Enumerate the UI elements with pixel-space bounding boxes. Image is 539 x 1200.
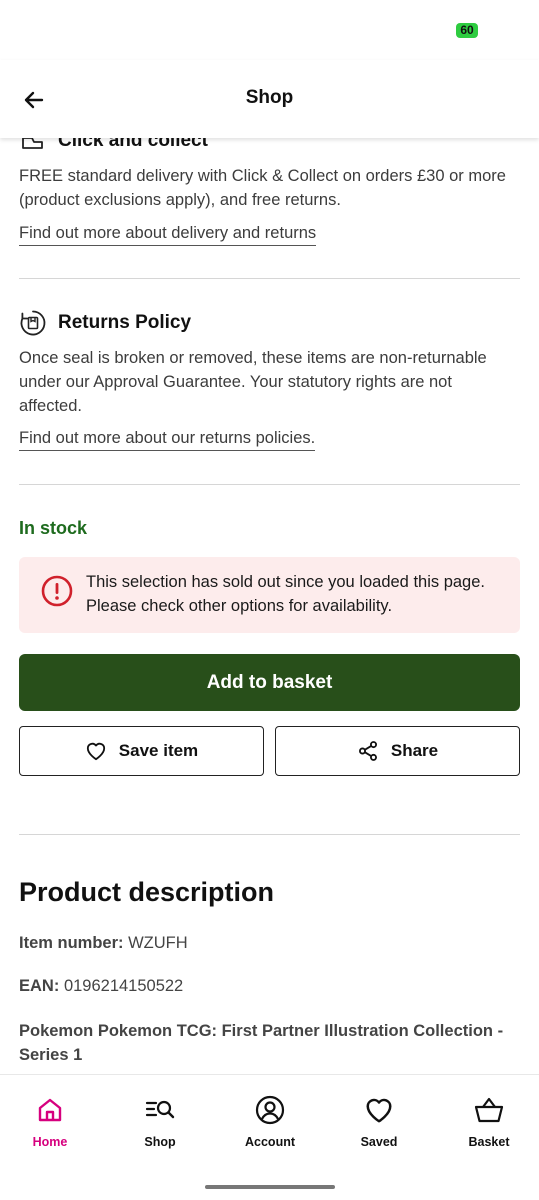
nav-home[interactable]: Home xyxy=(0,1093,100,1149)
nav-saved[interactable]: Saved xyxy=(329,1093,429,1149)
divider xyxy=(19,484,520,485)
click-collect-icon xyxy=(19,138,49,154)
nav-account[interactable]: Account xyxy=(220,1093,320,1149)
share-icon xyxy=(358,741,377,761)
returns-policy-title: Returns Policy xyxy=(58,312,192,333)
returns-policies-link[interactable]: Find out more about our returns policies… xyxy=(19,429,316,451)
home-indicator[interactable] xyxy=(205,1185,335,1189)
save-item-label: Save item xyxy=(118,741,199,760)
ean-row: EAN: 0196214150522 xyxy=(19,977,183,996)
sold-out-alert-text: This selection has sold out since you lo… xyxy=(86,573,485,615)
account-icon xyxy=(255,1095,285,1125)
app-header: Shop xyxy=(0,60,539,138)
item-number-value: WZUFH xyxy=(128,934,188,952)
product-details-scroll[interactable]: Click and collect FREE standard delivery… xyxy=(0,138,539,1074)
page-title: Shop xyxy=(245,87,294,108)
product-description-title: Product description xyxy=(19,877,275,907)
item-number-row: Item number: WZUFH xyxy=(19,934,188,953)
heart-icon xyxy=(366,1098,392,1123)
add-to-basket-button[interactable]: Add to basket xyxy=(19,654,520,711)
nav-shop[interactable]: Shop xyxy=(110,1093,210,1149)
save-item-button[interactable]: Save item xyxy=(19,726,264,776)
share-label: Share xyxy=(390,741,439,760)
delivery-info-text: FREE standard delivery with Click & Coll… xyxy=(19,167,506,209)
ean-label: EAN: xyxy=(19,977,60,995)
nav-basket-label: Basket xyxy=(468,1135,510,1149)
product-name: Pokemon Pokemon TCG: First Partner Illus… xyxy=(19,1022,504,1064)
basket-icon xyxy=(474,1097,504,1123)
nav-shop-label: Shop xyxy=(144,1135,176,1149)
divider xyxy=(19,278,520,279)
nav-basket[interactable]: Basket xyxy=(439,1093,539,1149)
status-bar: 60 xyxy=(0,0,539,60)
returns-policy-text: Once seal is broken or removed, these it… xyxy=(19,349,487,415)
item-number-label: Item number: xyxy=(19,934,124,952)
search-list-icon xyxy=(145,1100,175,1119)
delivery-returns-link[interactable]: Find out more about delivery and returns xyxy=(19,224,317,246)
nav-saved-label: Saved xyxy=(360,1135,398,1149)
nav-account-label: Account xyxy=(245,1135,295,1149)
home-icon xyxy=(38,1098,62,1122)
bottom-navigation: Home Shop Account Saved Basket xyxy=(0,1074,539,1200)
returns-policy-icon xyxy=(19,309,49,339)
stock-status: In stock xyxy=(19,518,88,538)
share-button[interactable]: Share xyxy=(275,726,520,776)
alert-circle-icon xyxy=(41,575,73,607)
ean-value: 0196214150522 xyxy=(63,977,184,995)
nav-home-label: Home xyxy=(32,1135,68,1149)
heart-icon xyxy=(86,742,105,761)
battery-indicator: 60 xyxy=(456,23,478,38)
sold-out-alert: This selection has sold out since you lo… xyxy=(19,557,520,633)
click-collect-title: Click and collect xyxy=(58,138,208,151)
divider xyxy=(19,834,520,835)
